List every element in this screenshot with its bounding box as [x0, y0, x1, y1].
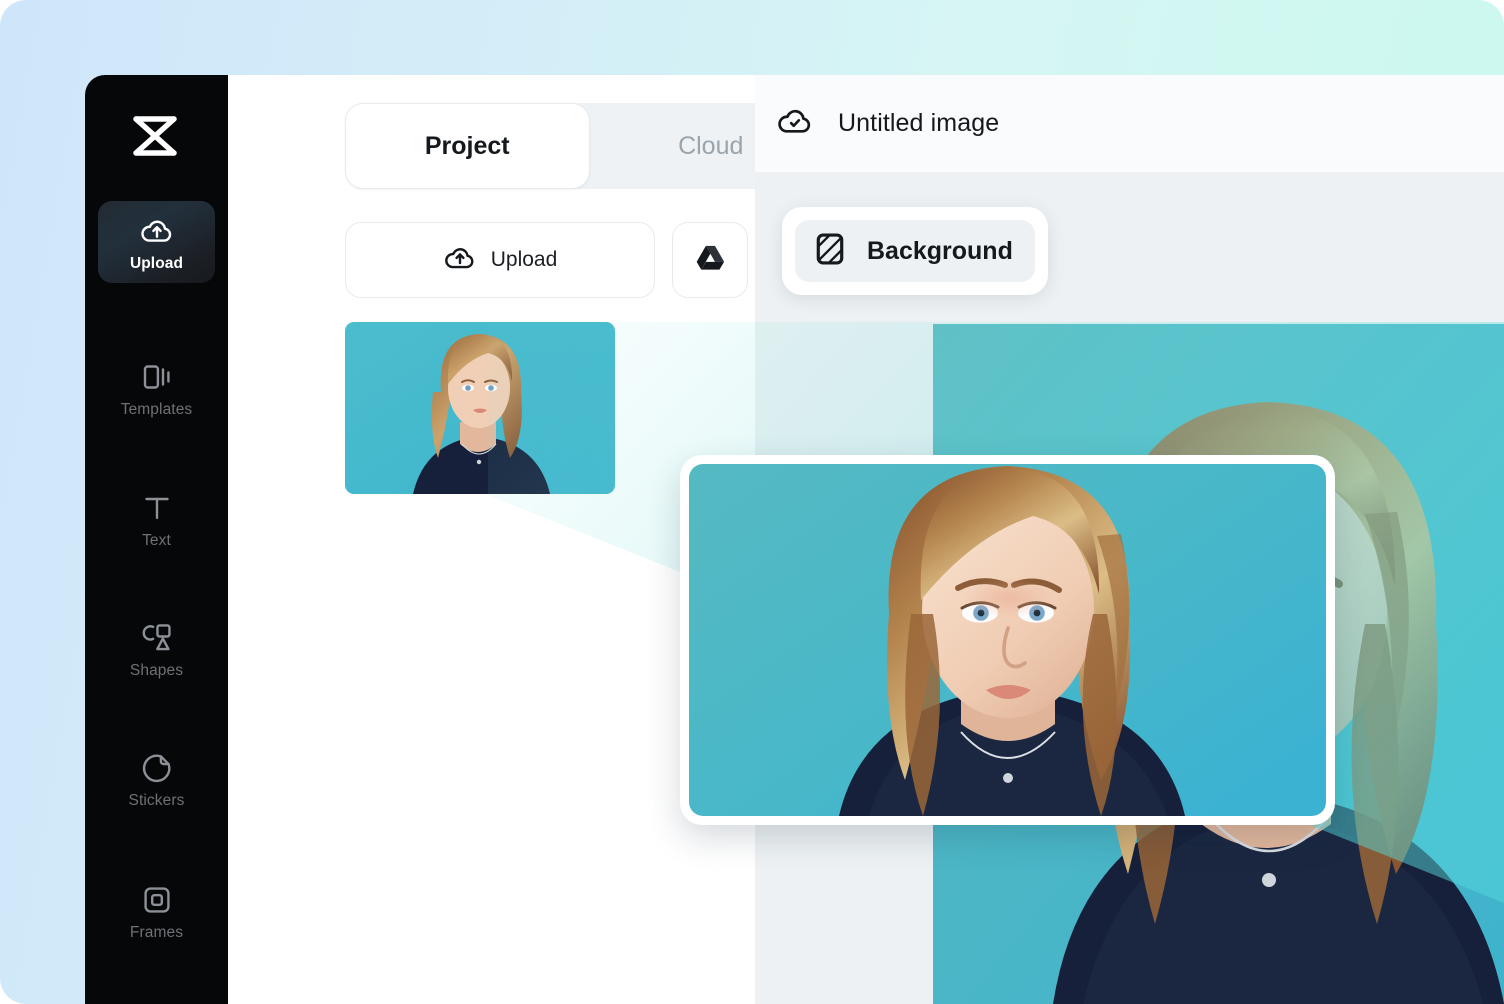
sidebar-item-label: Upload [129, 255, 184, 272]
sidebar-item-templates[interactable]: Templates [98, 347, 215, 429]
panel-tabs: Project Cloud [345, 103, 755, 189]
frames-icon [139, 883, 175, 917]
sidebar-item-label: Templates [120, 401, 193, 418]
background-button-label: Background [867, 236, 1013, 265]
upload-button-label: Upload [490, 248, 558, 271]
app-window: Untitled image Background Project Cloud … [85, 75, 1504, 1004]
upload-row: Upload [345, 222, 755, 298]
sidebar-item-shapes[interactable]: Shapes [98, 608, 215, 690]
text-t-icon [139, 491, 175, 525]
cloud-upload-icon [139, 214, 175, 248]
sidebar-item-upload[interactable]: Upload [98, 201, 215, 283]
cloud-check-icon [776, 102, 814, 145]
tab-project[interactable]: Project [345, 103, 590, 189]
tab-cloud[interactable]: Cloud [590, 103, 756, 189]
sidebar-item-frames[interactable]: Frames [98, 870, 215, 952]
background-swatch-icon [811, 230, 849, 273]
templates-icon [139, 360, 175, 394]
zoom-preview-image [689, 464, 1326, 816]
sticker-icon [139, 751, 175, 785]
background-button-pill[interactable]: Background [795, 220, 1035, 282]
shapes-icon [139, 621, 175, 655]
sidebar-item-label: Stickers [128, 792, 185, 809]
zoom-preview-image-wrapper [689, 464, 1326, 816]
sidebar-item-stickers[interactable]: Stickers [98, 738, 215, 820]
editor-topbar: Untitled image [755, 75, 1504, 172]
sidebar-item-label: Frames [129, 924, 184, 941]
background-button[interactable]: Background [782, 207, 1048, 295]
sidebar-item-text[interactable]: Text [98, 478, 215, 560]
upload-button[interactable]: Upload [345, 222, 655, 298]
media-thumbnail-image [345, 322, 615, 494]
media-panel: Project Cloud Upload [228, 75, 755, 1004]
zoom-preview-card[interactable] [680, 455, 1335, 825]
left-sidebar: Upload Templates Text Shapes Stickers Fr… [85, 75, 228, 1004]
sidebar-item-label: Text [142, 532, 171, 549]
sidebar-item-label: Shapes [129, 662, 184, 679]
document-title: Untitled image [838, 109, 1000, 137]
google-drive-button[interactable] [672, 222, 748, 298]
media-thumbnail[interactable] [345, 322, 615, 494]
app-logo[interactable] [85, 113, 228, 164]
capcut-logo-icon [128, 113, 186, 164]
google-drive-icon [693, 241, 727, 280]
cloud-upload-icon [443, 241, 477, 280]
